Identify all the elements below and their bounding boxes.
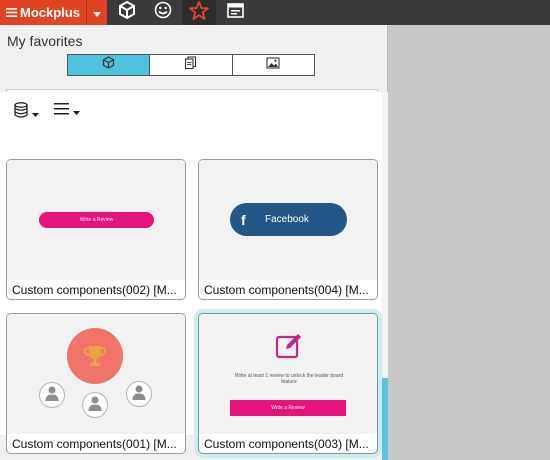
cube-icon [102, 56, 115, 74]
preview-review-button: Write a Review [39, 212, 154, 228]
segment-images[interactable] [233, 55, 314, 75]
trophy-icon [81, 342, 109, 375]
edit-icon [275, 332, 303, 365]
brand-dropdown-button[interactable] [86, 0, 107, 25]
card-label: Custom components(002) [M... [12, 283, 177, 297]
favorites-button[interactable] [182, 0, 216, 25]
pages-icon [184, 56, 197, 74]
cube-icon [118, 0, 136, 24]
avatar [39, 382, 65, 408]
components-button[interactable] [110, 0, 144, 25]
window-icon [226, 2, 244, 23]
database-icon [14, 102, 28, 123]
facebook-icon: f [241, 211, 246, 228]
star-icon [189, 0, 209, 25]
preview-facebook-label: Facebook [265, 214, 309, 225]
image-icon [266, 56, 280, 74]
chevron-down-icon [93, 4, 101, 22]
user-icon [87, 395, 103, 416]
component-card[interactable]: Write a Review Custom components(002) [M… [6, 159, 186, 300]
panel-title: My favorites [7, 33, 83, 49]
database-filter-button[interactable] [14, 102, 39, 123]
list-view-button[interactable] [54, 102, 80, 120]
component-card[interactable]: Custom components(001) [M... [6, 313, 186, 454]
component-card[interactable]: f Facebook Custom components(004) [M... [198, 159, 378, 300]
scrollbar-thumb[interactable] [382, 378, 388, 460]
emoji-button[interactable] [146, 0, 180, 25]
hamburger-icon [2, 0, 20, 25]
segment-pages[interactable] [150, 55, 233, 75]
preview-facebook-button: f Facebook [230, 203, 347, 236]
view-type-segmented-control [67, 54, 315, 76]
preview-trophy-badge [67, 328, 123, 384]
avatar [126, 381, 152, 407]
chevron-down-icon [32, 104, 39, 122]
card-preview [7, 314, 185, 434]
brand-name: Mockplus [20, 5, 80, 20]
avatar [82, 392, 108, 418]
user-icon [44, 385, 60, 406]
brand-menu-button[interactable]: Mockplus [0, 0, 86, 25]
chevron-down-icon [73, 102, 80, 120]
card-label: Custom components(001) [M... [12, 437, 177, 451]
window-button[interactable] [218, 0, 252, 25]
card-preview: Write a Review [7, 160, 185, 280]
component-card[interactable]: Write at least 1 review to unlock the le… [198, 313, 378, 454]
preview-unlock-text: Write at least 1 review to unlock the le… [234, 373, 344, 385]
card-label: Custom components(003) [M... [204, 437, 369, 451]
card-label: Custom components(004) [M... [204, 283, 369, 297]
preview-review-button: Write a Review [230, 400, 346, 416]
card-preview: f Facebook [199, 160, 377, 280]
user-icon [131, 384, 147, 405]
segment-components[interactable] [68, 55, 151, 75]
list-icon [54, 102, 69, 120]
smiley-icon [154, 1, 172, 24]
top-toolbar: Mockplus [0, 0, 550, 25]
card-preview: Write at least 1 review to unlock the le… [199, 314, 377, 434]
